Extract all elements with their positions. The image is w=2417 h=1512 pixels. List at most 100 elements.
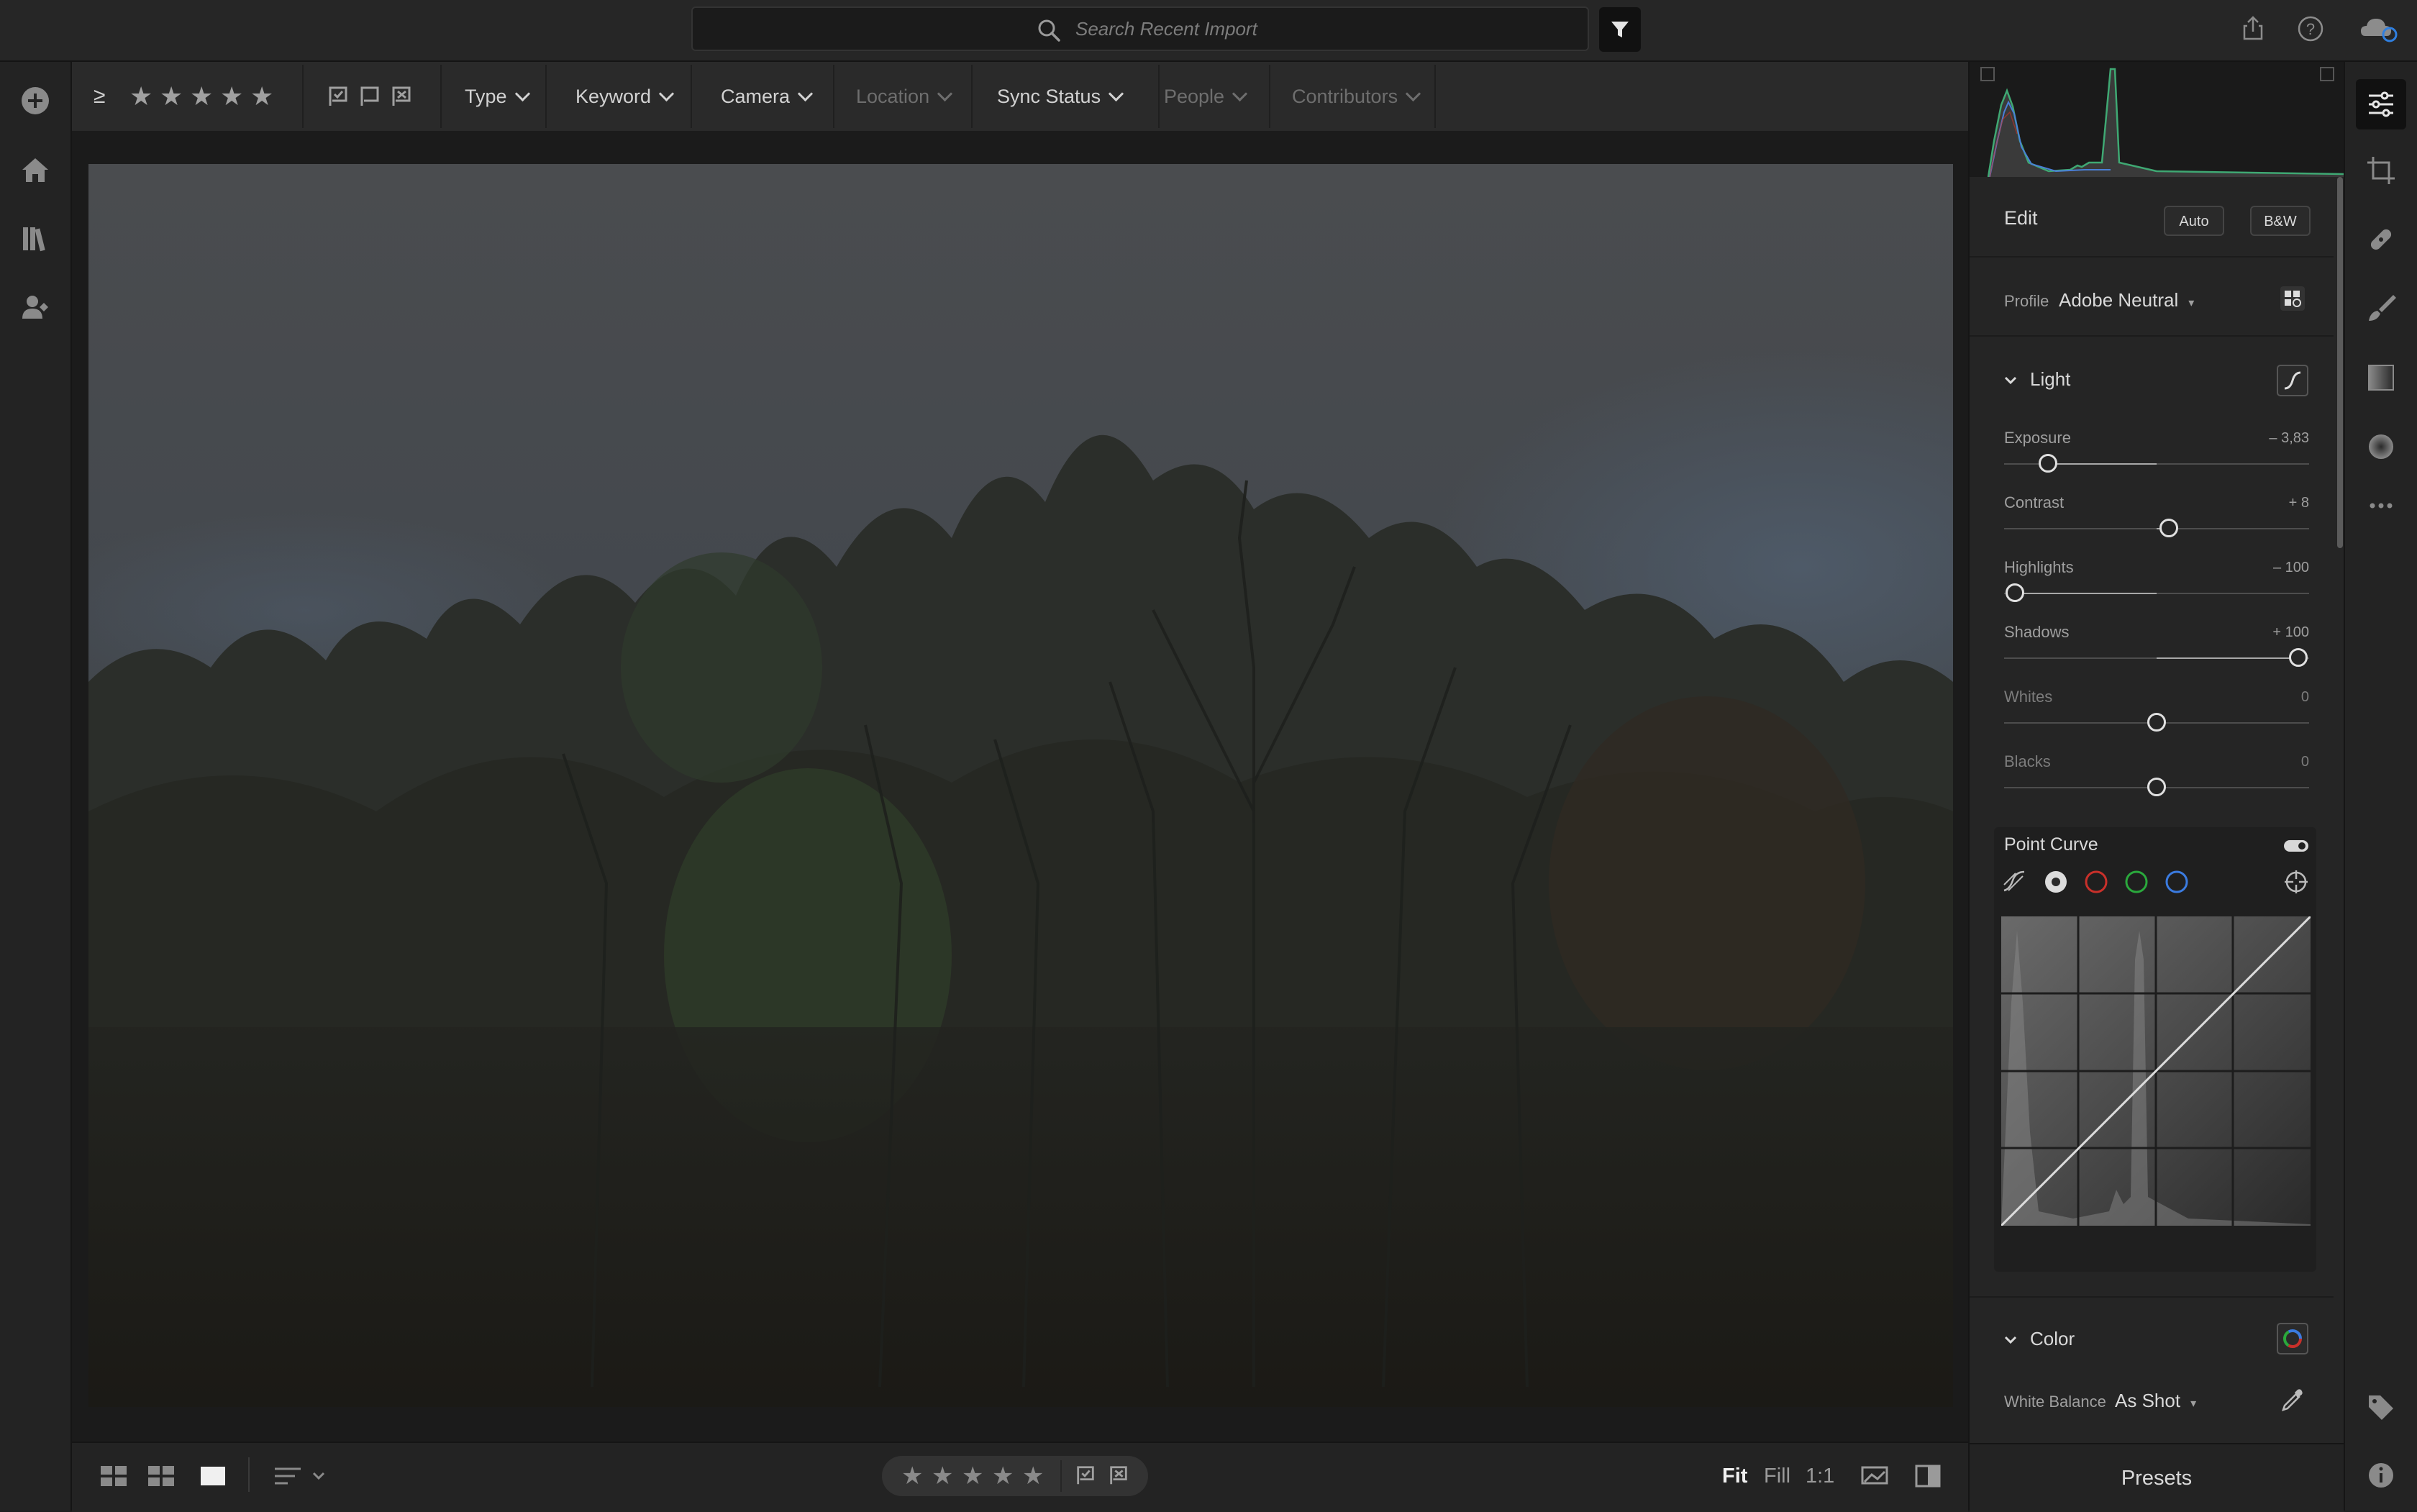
presets-button[interactable]: Presets [1970, 1443, 2344, 1512]
white-balance-label: White Balance [2004, 1393, 2106, 1411]
rejected-flag-icon[interactable] [390, 85, 413, 108]
search-icon [1037, 18, 1061, 42]
zoom-fit-button[interactable]: Fit [1722, 1454, 1747, 1498]
tone-curve-toggle-icon[interactable] [2276, 364, 2309, 397]
healing-icon[interactable] [2364, 223, 2398, 256]
eyedropper-icon[interactable] [2279, 1387, 2306, 1414]
blacks-slider[interactable] [2004, 778, 2309, 796]
search-placeholder: Search Recent Import [1075, 18, 1257, 40]
detail-view-icon[interactable] [199, 1463, 227, 1489]
share-icon[interactable] [2237, 13, 2269, 45]
blacks-value[interactable]: 0 [2223, 754, 2309, 770]
white-balance-dropdown[interactable]: As Shot ▾ [2115, 1390, 2196, 1412]
unflagged-icon[interactable] [358, 85, 381, 108]
histogram [1970, 62, 2344, 177]
profile-browser-icon[interactable] [2279, 285, 2306, 312]
light-section-title[interactable]: Light [2030, 368, 2070, 391]
home-icon[interactable] [19, 154, 51, 186]
color-section-title[interactable]: Color [2030, 1328, 2075, 1350]
edit-sliders-icon[interactable] [2364, 88, 2398, 121]
light-collapse-chevron-icon[interactable] [2003, 373, 2018, 388]
whites-slider[interactable] [2004, 713, 2309, 732]
photo-compare-icon[interactable] [1860, 1463, 1889, 1489]
library-icon[interactable] [19, 223, 51, 255]
filter-button[interactable] [1599, 7, 1641, 52]
exposure-slider[interactable] [2004, 454, 2309, 473]
contrast-slider-thumb[interactable] [2159, 519, 2178, 537]
photo-star-4[interactable]: ★ [992, 1454, 1014, 1498]
contrast-label: Contrast [2004, 493, 2065, 511]
color-collapse-chevron-icon[interactable] [2003, 1332, 2018, 1348]
more-icon[interactable] [2364, 489, 2398, 522]
rating-operator[interactable]: ≥ [94, 62, 105, 131]
edit-panel-scrollbar[interactable] [2337, 177, 2343, 548]
target-adjust-icon[interactable] [2283, 869, 2309, 895]
filter-bar: ≥ ★ ★ ★ ★ ★ Type Keyword Camera Location… [72, 62, 1968, 131]
point-curve-enable-toggle[interactable] [2283, 839, 2309, 853]
zoom-1to1-button[interactable]: 1:1 [1806, 1454, 1834, 1498]
blue-channel-icon[interactable] [2164, 869, 2190, 895]
photo-star-3[interactable]: ★ [962, 1454, 983, 1498]
add-photos-icon[interactable] [19, 85, 51, 117]
edit-title: Edit [2004, 207, 2038, 229]
shadows-value[interactable]: + 100 [2223, 624, 2309, 641]
square-grid-icon[interactable] [99, 1463, 128, 1489]
people-filter-dropdown[interactable]: People [1164, 62, 1248, 131]
auto-button[interactable]: Auto [2164, 206, 2224, 236]
highlights-slider[interactable] [2004, 583, 2309, 602]
cloud-sync-icon[interactable] [2358, 13, 2401, 45]
bw-button[interactable]: B&W [2250, 206, 2311, 236]
keyword-tag-icon[interactable] [2364, 1391, 2398, 1424]
filter-star-4[interactable]: ★ [220, 62, 243, 131]
shared-people-icon[interactable] [19, 291, 51, 323]
location-filter-dropdown[interactable]: Location [856, 62, 953, 131]
search-input[interactable]: Search Recent Import [691, 6, 1589, 51]
photo-star-1[interactable]: ★ [901, 1454, 923, 1498]
photo-star-5[interactable]: ★ [1022, 1454, 1044, 1498]
contrast-value[interactable]: + 8 [2223, 495, 2309, 511]
blacks-slider-thumb[interactable] [2147, 778, 2166, 796]
camera-filter-dropdown[interactable]: Camera [721, 62, 814, 131]
photo-pick-flag-icon[interactable] [1075, 1465, 1096, 1486]
sync-status-filter-dropdown[interactable]: Sync Status [997, 62, 1124, 131]
photo-preview[interactable] [88, 164, 1953, 1407]
point-curve-graph[interactable] [2001, 916, 2311, 1226]
zoom-fill-button[interactable]: Fill [1764, 1454, 1790, 1498]
grid-icon[interactable] [147, 1463, 176, 1489]
exposure-value[interactable]: – 3,83 [2223, 430, 2309, 447]
parametric-curve-icon[interactable] [2001, 869, 2027, 895]
brush-icon[interactable] [2364, 292, 2398, 325]
rgb-channel-icon[interactable] [2043, 869, 2069, 895]
shadows-slider[interactable] [2004, 648, 2309, 667]
color-mixer-icon[interactable] [2276, 1322, 2309, 1355]
left-navigation-rail [0, 62, 72, 1511]
contrast-slider[interactable] [2004, 519, 2309, 537]
whites-value[interactable]: 0 [2223, 689, 2309, 706]
profile-dropdown[interactable]: Adobe Neutral ▾ [2059, 289, 2194, 311]
crop-icon[interactable] [2364, 154, 2398, 187]
blacks-label: Blacks [2004, 752, 2051, 770]
photo-reject-flag-icon[interactable] [1108, 1465, 1129, 1486]
whites-slider-thumb[interactable] [2147, 713, 2166, 732]
filter-star-2[interactable]: ★ [160, 62, 183, 131]
filter-star-5[interactable]: ★ [250, 62, 273, 131]
info-icon[interactable] [2364, 1459, 2398, 1492]
shadows-slider-thumb[interactable] [2289, 648, 2308, 667]
before-after-icon[interactable] [1913, 1463, 1942, 1489]
filter-star-3[interactable]: ★ [190, 62, 213, 131]
sort-icon[interactable] [272, 1463, 329, 1489]
red-channel-icon[interactable] [2083, 869, 2109, 895]
green-channel-icon[interactable] [2124, 869, 2149, 895]
keyword-filter-dropdown[interactable]: Keyword [575, 62, 675, 131]
picked-flag-icon[interactable] [327, 85, 350, 108]
help-icon[interactable]: ? [2295, 13, 2326, 45]
filter-star-1[interactable]: ★ [129, 62, 153, 131]
type-filter-dropdown[interactable]: Type [465, 62, 530, 131]
contributors-filter-dropdown[interactable]: Contributors [1292, 62, 1421, 131]
linear-gradient-icon[interactable] [2364, 361, 2398, 394]
exposure-label: Exposure [2004, 429, 2071, 447]
highlights-value[interactable]: – 100 [2223, 560, 2309, 576]
radial-gradient-icon[interactable] [2364, 430, 2398, 463]
photo-star-2[interactable]: ★ [932, 1454, 953, 1498]
highlights-slider-thumb[interactable] [2005, 583, 2024, 602]
